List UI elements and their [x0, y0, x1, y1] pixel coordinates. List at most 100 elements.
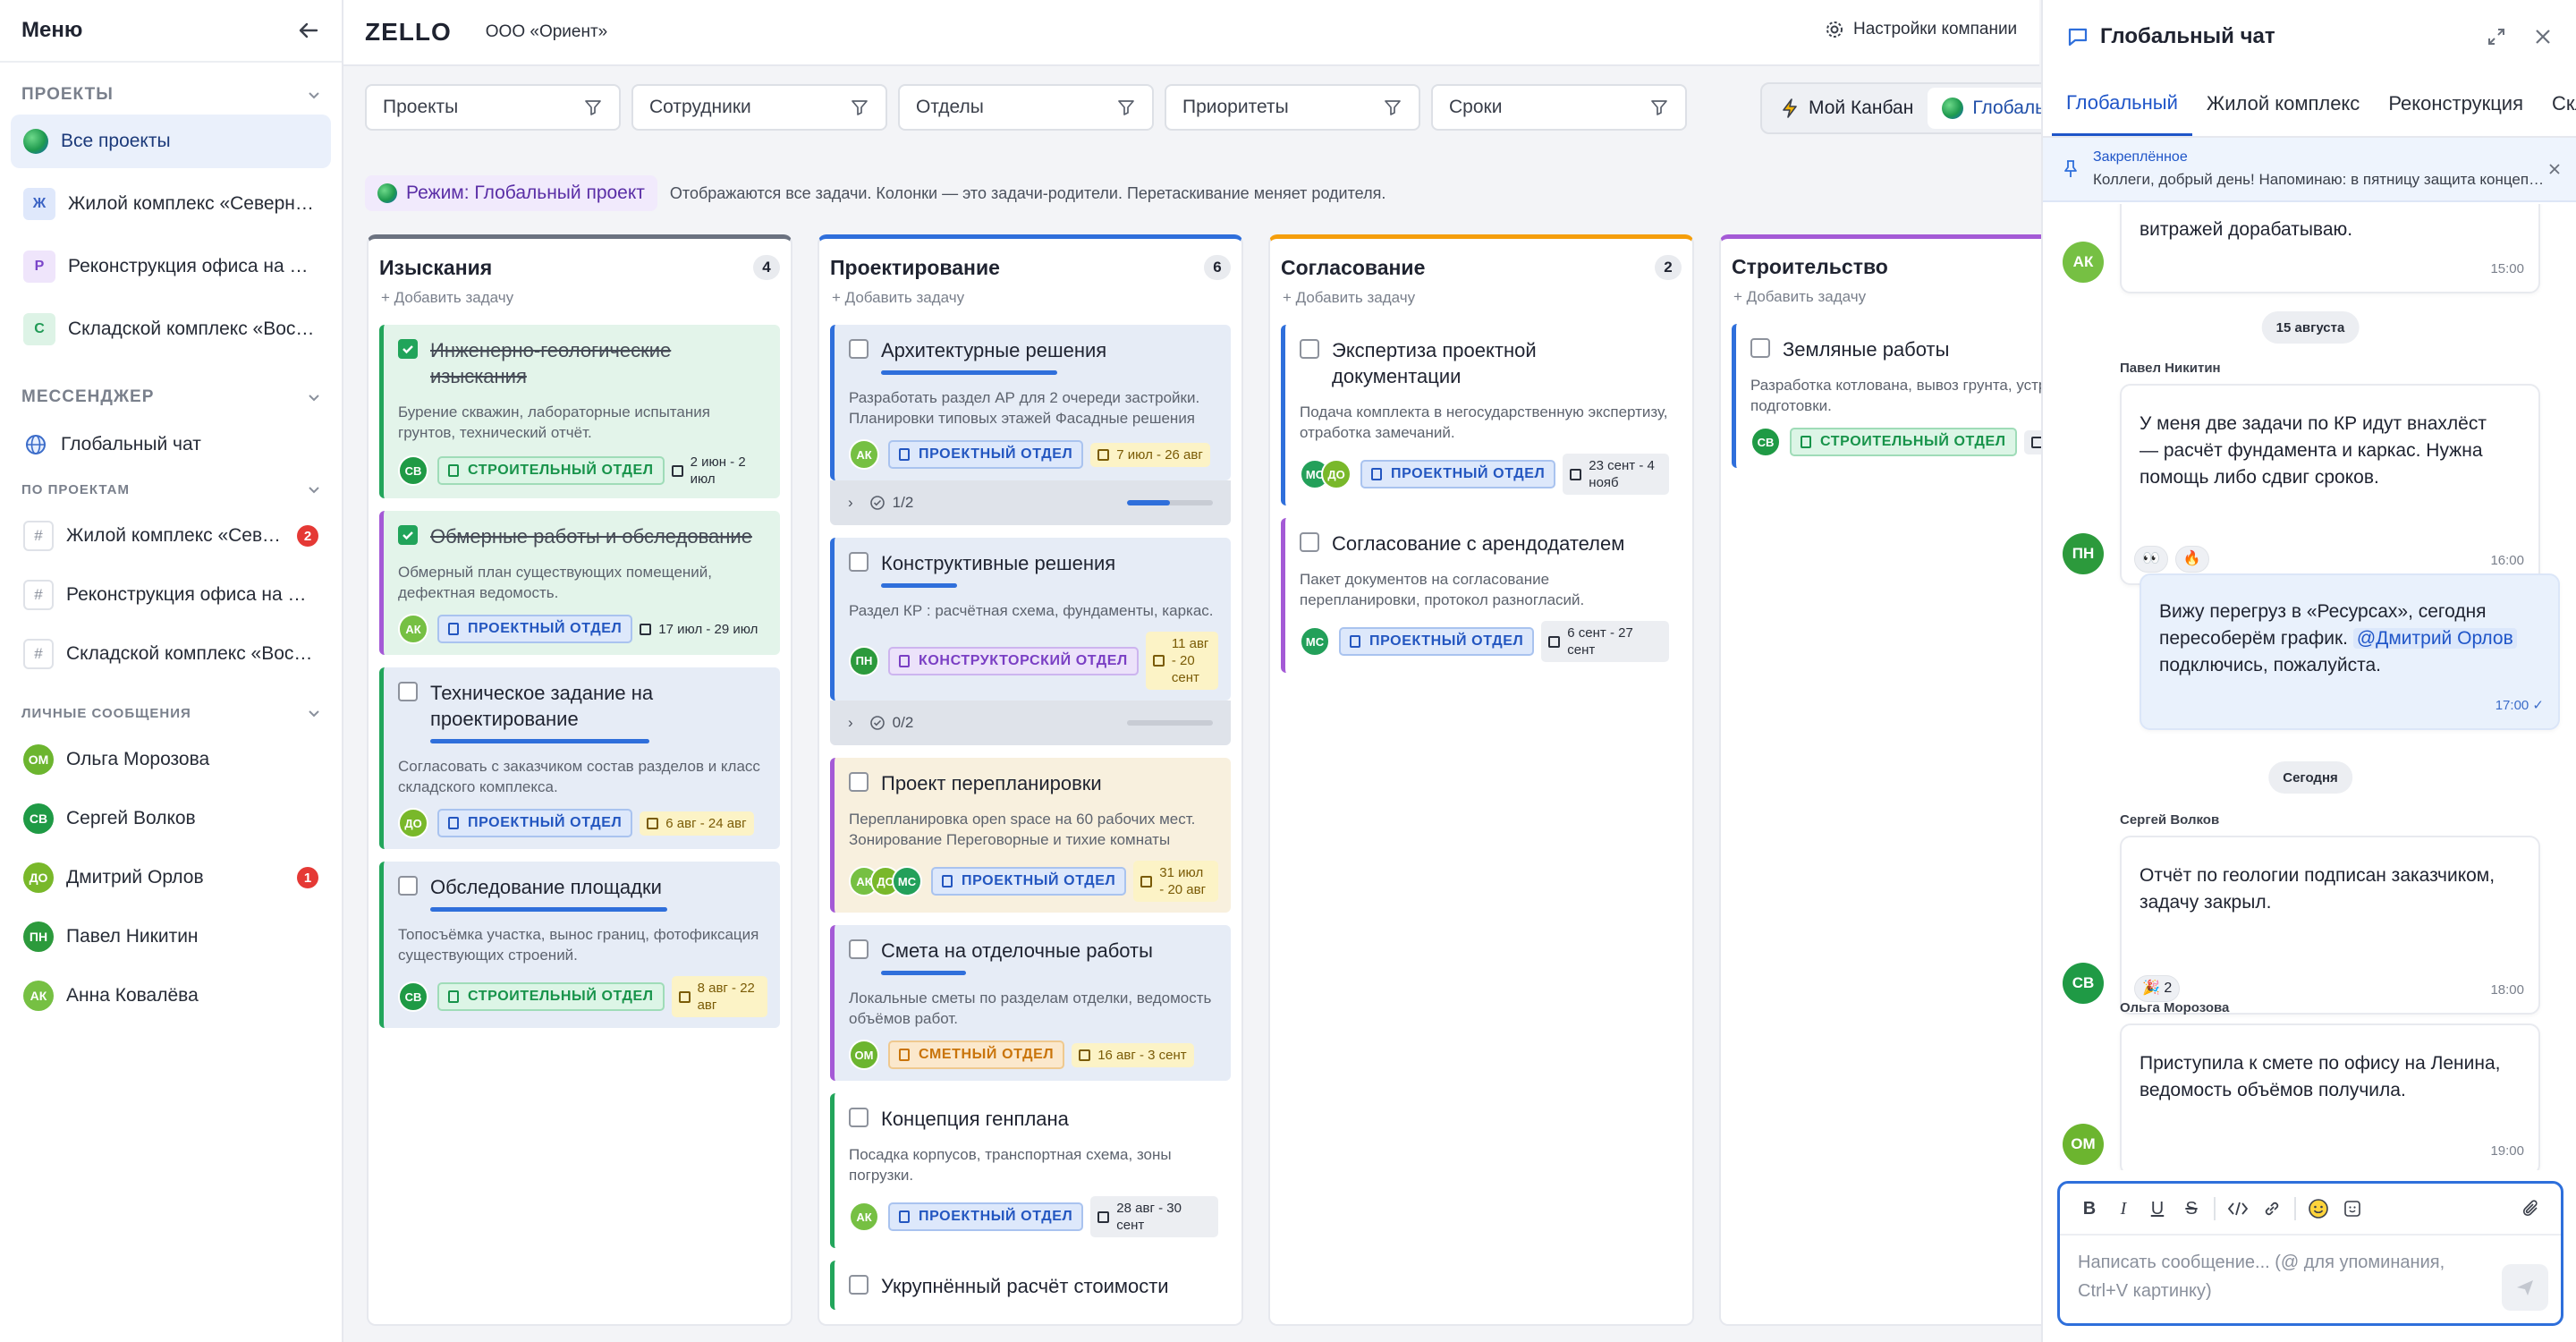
task-checkbox[interactable]: [398, 876, 418, 896]
mention-link[interactable]: @Дмитрий Орлов: [2352, 628, 2517, 649]
add-task-button[interactable]: + Добавить задачу: [819, 280, 1241, 316]
sidebar-item-channel[interactable]: # Складской комплекс «Восток»: [11, 624, 331, 684]
task-card[interactable]: Концепция генплана Посадка корпусов, тран…: [830, 1093, 1231, 1248]
close-icon[interactable]: [2533, 27, 2553, 47]
filter-icon: [1383, 98, 1402, 117]
task-card[interactable]: Обмерные работы и обследование Обмерный п…: [379, 511, 780, 655]
task-checkbox[interactable]: [849, 772, 869, 792]
chat-tab[interactable]: Глобальный: [2052, 73, 2192, 136]
pinned-message[interactable]: Закреплённое Коллеги, добрый день! Напом…: [2043, 138, 2576, 202]
task-card[interactable]: Смета на отделочные работы Локальные смет…: [830, 925, 1231, 1081]
sidebar-item-dm[interactable]: АК Анна Ковалёва: [11, 966, 331, 1025]
company-settings-button[interactable]: Настройки компании: [1825, 20, 2017, 39]
code-button[interactable]: [2221, 1192, 2255, 1226]
sidebar-item-dm[interactable]: ОМ Ольга Морозова: [11, 730, 331, 789]
add-task-button[interactable]: + Добавить задачу: [369, 280, 791, 316]
sidebar-item-global-chat[interactable]: Глобальный чат: [11, 417, 331, 472]
hash-icon: #: [23, 580, 54, 610]
task-card[interactable]: Согласование с арендодателем Пакет докуме…: [1281, 518, 1682, 673]
card-list: Экспертиза проектной документации Подача …: [1270, 316, 1692, 673]
column-header: Согласование 2: [1270, 239, 1692, 280]
task-card[interactable]: Проект перепланировки Перепланировка open…: [830, 758, 1231, 913]
company-name[interactable]: ООО «Ориент»: [486, 22, 607, 42]
task-checkbox[interactable]: [849, 1275, 869, 1295]
message-bubble[interactable]: витражей дорабатываю. 15:00: [2120, 204, 2540, 293]
task-card[interactable]: Конструктивные решения Раздел КР : расчёт…: [830, 538, 1231, 701]
strikethrough-button[interactable]: S: [2174, 1192, 2208, 1226]
sidebar-item-dm[interactable]: ПН Павел Никитин: [11, 907, 331, 966]
filter-dropdown[interactable]: Сроки: [1431, 84, 1687, 131]
sticker-button[interactable]: [2335, 1192, 2369, 1226]
task-card[interactable]: Инженерно-геологические изыскания Бурение…: [379, 325, 780, 498]
task-checkbox[interactable]: [849, 552, 869, 572]
bold-button[interactable]: B: [2072, 1192, 2106, 1226]
sidebar-item-project[interactable]: Все проекты: [11, 115, 331, 168]
close-pinned-icon[interactable]: [2547, 162, 2562, 176]
sidebar-item-channel[interactable]: # Реконструкция офиса на Ленина: [11, 565, 331, 624]
global-view-button[interactable]: Глобальный: [1928, 88, 2054, 129]
card-header: Обмерные работы и обследование: [398, 523, 767, 549]
italic-button[interactable]: I: [2106, 1192, 2140, 1226]
messenger-section-header[interactable]: МЕССЕНДЖЕР: [0, 378, 342, 417]
task-checkbox[interactable]: [1750, 338, 1770, 358]
sidebar-item-project[interactable]: С Складской комплекс «Восток»: [11, 302, 331, 356]
task-meta: СВ СТРОИТЕЛЬНЫЙ ОТДЕЛ 2 июн - 2 июл: [398, 454, 767, 488]
sidebar-item-dm[interactable]: ДО Дмитрий Орлов 1: [11, 848, 331, 907]
avatar: ДО: [398, 808, 428, 838]
projects-section-label: ПРОЕКТЫ: [21, 85, 114, 104]
add-task-button[interactable]: + Добавить задачу: [1270, 280, 1692, 316]
my-kanban-button[interactable]: Мой Канбан: [1766, 88, 1928, 129]
sidebar-item-label: Жилой комплекс «Северный квартал»: [66, 525, 290, 546]
chat-tab[interactable]: Складской: [2538, 73, 2576, 136]
link-button[interactable]: [2255, 1192, 2289, 1226]
filter-dropdown[interactable]: Сотрудники: [631, 84, 887, 131]
task-checkbox[interactable]: [1300, 532, 1319, 552]
message-bubble[interactable]: Вижу перегруз в «Ресурсах», сегодня пере…: [2140, 573, 2560, 730]
dm-section-header[interactable]: ЛИЧНЫЕ СООБЩЕНИЯ: [0, 696, 342, 730]
task-checkbox[interactable]: [398, 339, 418, 359]
filter-dropdown[interactable]: Отделы: [898, 84, 1154, 131]
message-bubble[interactable]: Приступила к смете по офису на Ленина, в…: [2120, 1023, 2540, 1170]
reaction-chip[interactable]: 👀: [2134, 546, 2168, 573]
reaction-chip[interactable]: 🔥: [2174, 546, 2209, 573]
task-card[interactable]: Укрупнённый расчёт стоимости: [830, 1261, 1231, 1310]
subtasks-row[interactable]: › 0/2: [830, 701, 1231, 745]
reaction-chip[interactable]: 🎉 2: [2134, 975, 2181, 1002]
sidebar-item-channel[interactable]: # Жилой комплекс «Северный квартал» 2: [11, 506, 331, 565]
filter-dropdown[interactable]: Проекты: [365, 84, 621, 131]
attach-icon[interactable]: [2514, 1192, 2548, 1226]
sidebar-item-dm[interactable]: СВ Сергей Волков: [11, 789, 331, 848]
chat-tab[interactable]: Жилой комплекс: [2192, 73, 2374, 136]
task-checkbox[interactable]: [849, 1108, 869, 1127]
department-badge: ПРОЕКТНЫЙ ОТДЕЛ: [931, 867, 1127, 896]
task-checkbox[interactable]: [849, 939, 869, 959]
underline-button[interactable]: U: [2140, 1192, 2174, 1226]
send-button[interactable]: [2502, 1264, 2548, 1311]
task-card[interactable]: Техническое задание на проектирование Сог…: [379, 667, 780, 849]
app-logo[interactable]: ZELLO: [365, 18, 452, 47]
sidebar-item-project[interactable]: Р Реконструкция офиса на Ленина: [11, 240, 331, 293]
filter-dropdown[interactable]: Приоритеты: [1165, 84, 1420, 131]
sidebar-item-project[interactable]: Ж Жилой комплекс «Северный квартал»: [11, 177, 331, 231]
task-checkbox[interactable]: [398, 682, 418, 701]
subtasks-row[interactable]: › 1/2: [830, 480, 1231, 525]
task-checkbox[interactable]: [1300, 339, 1319, 359]
task-checkbox[interactable]: [849, 339, 869, 359]
task-card[interactable]: Экспертиза проектной документации Подача …: [1281, 325, 1682, 505]
task-checkbox[interactable]: [398, 525, 418, 545]
projects-section-header[interactable]: ПРОЕКТЫ: [0, 75, 342, 115]
message-list[interactable]: витражей дорабатываю. 15:00 АК 15 августа Па…: [2043, 204, 2576, 1170]
emoji-button[interactable]: [2301, 1192, 2335, 1226]
message-bubble[interactable]: Отчёт по геологии подписан заказчиком, з…: [2120, 836, 2540, 1015]
by-projects-section-header[interactable]: ПО ПРОЕКТАМ: [0, 472, 342, 506]
collapse-sidebar-icon[interactable]: [297, 19, 320, 42]
chat-tab[interactable]: Реконструкция: [2374, 73, 2538, 136]
message-input[interactable]: Написать сообщение... (@ для упоминания,…: [2060, 1236, 2489, 1318]
task-meta: МС ДО ПРОЕКТНЫЙ ОТДЕЛ 23 сент - 4 нояб: [1300, 454, 1669, 495]
message-sender: Ольга Морозова: [2120, 1000, 2230, 1015]
message-bubble[interactable]: У меня две задачи по КР идут внахлёст — …: [2120, 384, 2540, 585]
task-card[interactable]: Архитектурные решения Разработать раздел …: [830, 325, 1231, 480]
task-card[interactable]: Обследование площадки Топосъёмка участка,…: [379, 862, 780, 1028]
expand-icon[interactable]: [2487, 27, 2506, 47]
avatar: АК: [398, 614, 428, 644]
